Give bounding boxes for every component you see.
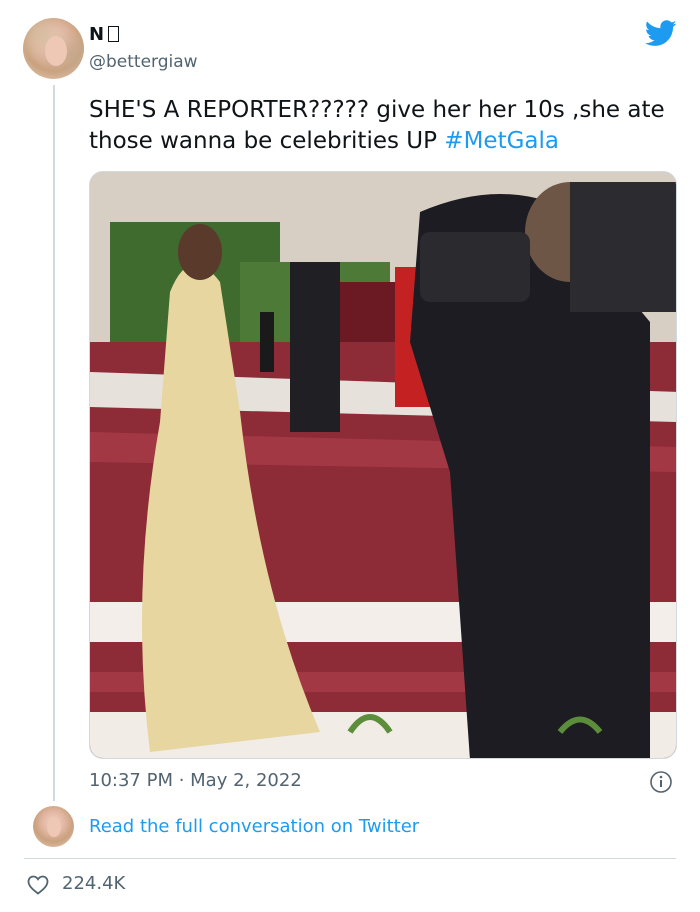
read-conversation-link[interactable]: Read the full conversation on Twitter (89, 815, 419, 839)
reply-avatar (33, 806, 74, 847)
tweet-card: N @bettergiaw SHE'S A REPORTER????? give… (0, 0, 700, 912)
avatar-face (47, 817, 61, 837)
unknown-glyph-icon (108, 26, 120, 42)
display-name[interactable]: N (89, 24, 120, 46)
tweet-body: SHE'S A REPORTER????? give her her 10s ,… (89, 97, 665, 154)
tweet-photo[interactable] (89, 171, 677, 759)
tweet-timestamp[interactable]: 10:37 PM · May 2, 2022 (89, 769, 302, 793)
twitter-bird-icon[interactable] (645, 20, 677, 47)
photo-scene (90, 172, 676, 758)
hashtag-link[interactable]: #MetGala (444, 128, 559, 154)
heart-icon[interactable] (26, 873, 50, 897)
thread-line (53, 85, 55, 801)
tweet-text: SHE'S A REPORTER????? give her her 10s ,… (89, 95, 689, 157)
user-handle[interactable]: @bettergiaw (89, 52, 198, 72)
like-count[interactable]: 224.4K (62, 872, 125, 896)
display-name-text: N (89, 24, 105, 45)
avatar-face (45, 36, 67, 66)
user-avatar[interactable] (23, 18, 84, 79)
divider (24, 858, 676, 859)
info-icon[interactable] (649, 770, 673, 794)
